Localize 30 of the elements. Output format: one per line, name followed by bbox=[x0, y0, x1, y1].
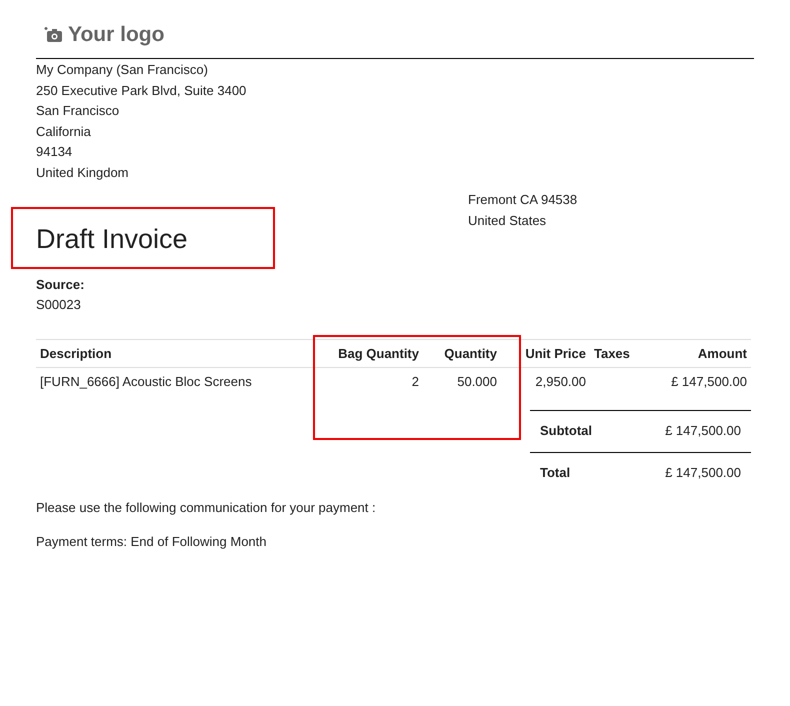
total-label: Total bbox=[540, 464, 570, 482]
table-cell: [FURN_6666] Acoustic Bloc Screens bbox=[36, 368, 298, 396]
total-label: Subtotal bbox=[540, 422, 592, 440]
table-cell: 50.000 bbox=[423, 368, 501, 396]
column-header: Taxes bbox=[590, 340, 638, 368]
customer-address-line: Fremont CA 94538 bbox=[468, 191, 578, 209]
company-address-line: California bbox=[36, 122, 92, 140]
payment-terms: Payment terms: End of Following Month bbox=[36, 532, 268, 551]
company-address-line: My Company (San Francisco) bbox=[36, 61, 209, 79]
company-address-line: San Francisco bbox=[36, 102, 120, 120]
customer-address-line: United States bbox=[468, 212, 548, 230]
total-value: £ 147,500.00 bbox=[665, 422, 741, 440]
total-value: £ 147,500.00 bbox=[665, 464, 741, 482]
camera-icon bbox=[44, 26, 64, 44]
column-header: Description bbox=[36, 340, 298, 368]
table-cell: 2,950.00 bbox=[501, 368, 590, 396]
company-address-line: United Kingdom bbox=[36, 164, 130, 182]
column-header: Bag Quantity bbox=[298, 340, 423, 368]
source-value: S00023 bbox=[36, 296, 82, 314]
column-header: Amount bbox=[638, 340, 751, 368]
table-cell: 2 bbox=[298, 368, 423, 396]
column-header: Quantity bbox=[423, 340, 501, 368]
column-header: Unit Price bbox=[501, 340, 590, 368]
company-address-line: 250 Executive Park Blvd, Suite 3400 bbox=[36, 82, 248, 100]
payment-note: Please use the following communication for your payment : bbox=[36, 498, 377, 517]
table-cell: £ 147,500.00 bbox=[638, 368, 751, 396]
source-label: Source: bbox=[36, 276, 86, 294]
company-address-line: 94134 bbox=[36, 143, 74, 161]
logo-text: Your logo bbox=[68, 22, 164, 48]
invoice-title: Draft Invoice bbox=[36, 223, 188, 256]
